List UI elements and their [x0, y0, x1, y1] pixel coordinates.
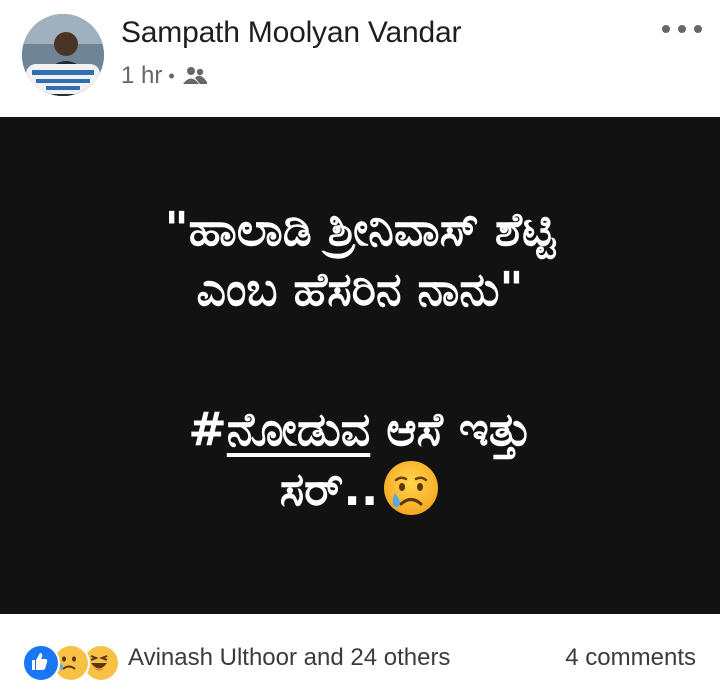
reactors-summary[interactable]: Avinash Ulthoor and 24 others [128, 644, 450, 672]
image-line-3: #ನೋಡುವ ಆಸೆ ಇತ್ತು [0, 399, 720, 459]
friends-icon[interactable] [182, 66, 207, 86]
hashtag-word: ನೋಡುವ [226, 402, 371, 456]
image-line-4: ಸರ್.. [0, 459, 720, 531]
author-avatar[interactable] [22, 14, 104, 96]
avatar-photo [22, 14, 104, 96]
post-meta: 1 hr • [121, 62, 207, 90]
comments-count[interactable]: 4 comments [565, 644, 696, 672]
hash-prefix: # [188, 402, 227, 456]
like-icon [22, 644, 60, 682]
image-line-2: ಎಂಬ ಹೆಸರಿನ ನಾನು" [196, 262, 524, 316]
post-header: Sampath Moolyan Vandar 1 hr • [0, 0, 720, 117]
meta-separator: • [168, 65, 175, 86]
image-text-bottom: #ನೋಡುವ ಆಸೆ ಇತ್ತು ಸರ್.. [0, 399, 720, 531]
more-dot [662, 25, 670, 33]
author-name[interactable]: Sampath Moolyan Vandar [121, 16, 461, 50]
more-dots-icon[interactable] [662, 14, 702, 44]
post-time[interactable]: 1 hr [121, 62, 162, 90]
reaction-icons[interactable] [22, 644, 120, 682]
post-image[interactable]: "ಹಾಲಾಡಿ ಶ್ರೀನಿವಾಸ್ ಶೆಟ್ಟಿ ಎಂಬ ಹೆಸರಿನ ನಾನ… [0, 117, 720, 614]
crying-face-emoji [382, 459, 440, 531]
image-line-4-text: ಸರ್.. [279, 462, 379, 516]
post-footer: Avinash Ulthoor and 24 others 4 comments [0, 614, 720, 696]
image-line-3-rest: ಆಸೆ ಇತ್ತು [370, 402, 532, 456]
more-dot [694, 25, 702, 33]
image-line-1: "ಹಾಲಾಡಿ ಶ್ರೀನಿವಾಸ್ ಶೆಟ್ಟಿ [164, 202, 556, 256]
more-dot [678, 25, 686, 33]
image-text-top: "ಹಾಲಾಡಿ ಶ್ರೀನಿವಾಸ್ ಶೆಟ್ಟಿ ಎಂಬ ಹೆಸರಿನ ನಾನ… [0, 199, 720, 319]
